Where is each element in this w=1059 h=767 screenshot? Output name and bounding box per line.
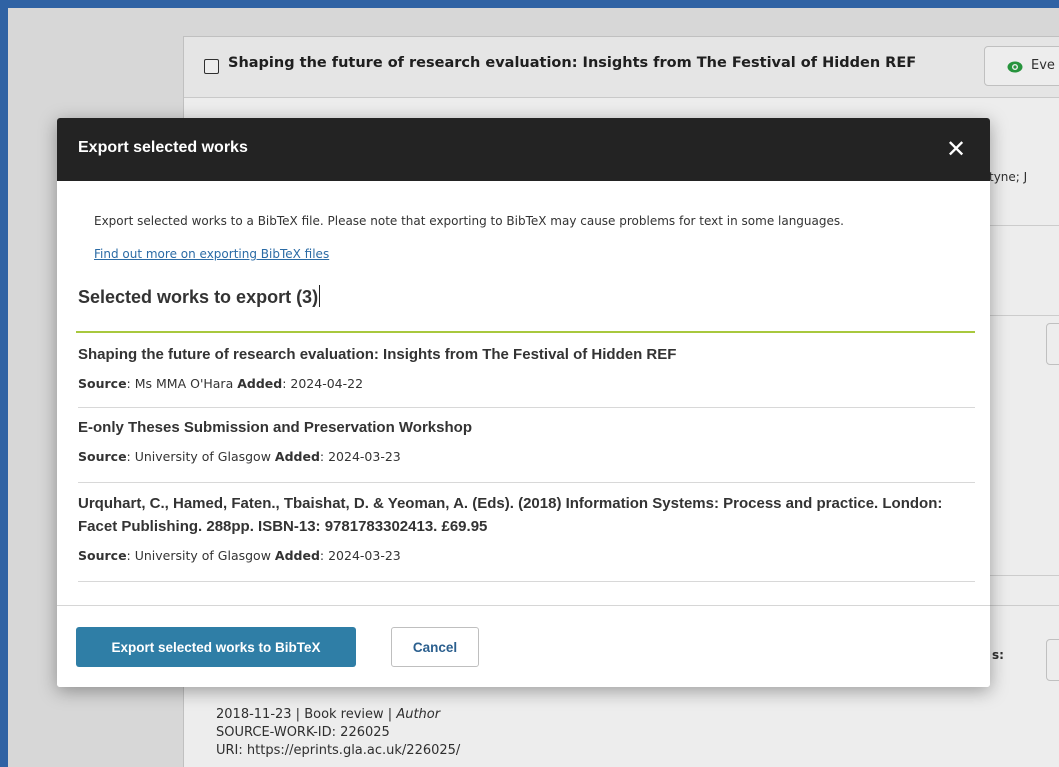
divider xyxy=(78,581,975,582)
export-modal: Export selected works ✕ Export selected … xyxy=(57,118,990,687)
list-item: Urquhart, C., Hamed, Faten., Tbaishat, D… xyxy=(78,492,975,563)
modal-header: Export selected works ✕ xyxy=(57,118,990,181)
cancel-button[interactable]: Cancel xyxy=(391,627,479,667)
modal-footer: Export selected works to BibTeX Cancel xyxy=(57,605,990,687)
close-icon[interactable]: ✕ xyxy=(944,135,968,163)
divider xyxy=(78,407,975,408)
modal-title: Export selected works xyxy=(78,139,248,156)
divider xyxy=(78,482,975,483)
list-item: E-only Theses Submission and Preservatio… xyxy=(78,416,975,464)
work-meta: Source: Ms MMA O'Hara Added: 2024-04-22 xyxy=(78,376,364,391)
work-title: E-only Theses Submission and Preservatio… xyxy=(78,419,472,436)
bibtex-help-link[interactable]: Find out more on exporting BibTeX files xyxy=(94,247,329,261)
work-title: Shaping the future of research evaluatio… xyxy=(78,346,677,363)
work-meta: Source: University of Glasgow Added: 202… xyxy=(78,449,401,464)
section-rule xyxy=(76,331,975,333)
export-bibtex-button[interactable]: Export selected works to BibTeX xyxy=(76,627,356,667)
selected-works-heading: Selected works to export (3) xyxy=(78,285,321,307)
text-caret xyxy=(319,285,321,307)
work-title: Urquhart, C., Hamed, Faten., Tbaishat, D… xyxy=(78,495,943,535)
export-intro-text: Export selected works to a BibTeX file. … xyxy=(94,214,844,228)
list-item: Shaping the future of research evaluatio… xyxy=(78,343,975,391)
work-meta: Source: University of Glasgow Added: 202… xyxy=(78,548,401,563)
modal-body: Export selected works to a BibTeX file. … xyxy=(57,181,990,605)
